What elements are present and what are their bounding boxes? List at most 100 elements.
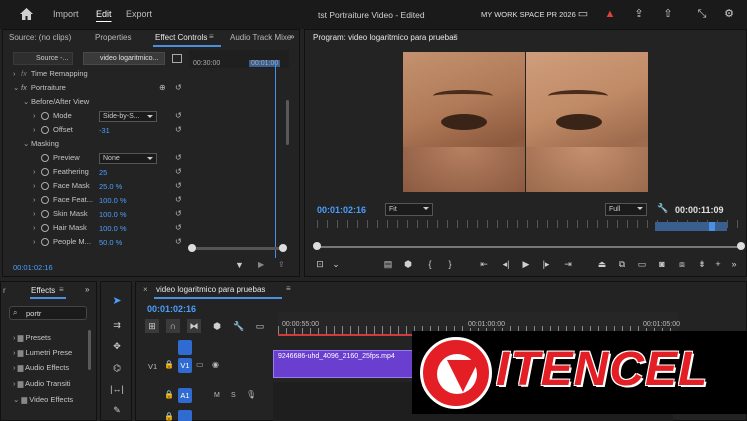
- track-v1-strip[interactable]: [178, 340, 192, 355]
- row-hair-mask[interactable]: › Hair Mask: [3, 221, 87, 235]
- face-feat-value[interactable]: 100.0 %: [99, 196, 127, 205]
- tab-effect-controls[interactable]: Effect Controls: [155, 33, 207, 42]
- scroll-handle-right[interactable]: [279, 244, 287, 252]
- razor-icon[interactable]: ⌬: [110, 361, 124, 375]
- row-masking[interactable]: ⌄ Masking: [3, 137, 59, 151]
- track-a2-target[interactable]: [178, 410, 192, 421]
- effects-folder-audio-transitions[interactable]: › ▆ Audio Transiti: [13, 379, 71, 388]
- export-frame-icon[interactable]: ⇟: [695, 257, 709, 271]
- mic-icon[interactable]: 🎙: [246, 390, 256, 399]
- play-audio-icon[interactable]: ▶: [258, 260, 264, 269]
- timeline-tab[interactable]: video logaritmico para pruebas: [156, 285, 265, 294]
- timeline-timecode[interactable]: 00:01:02:16: [147, 304, 196, 314]
- ec-timeline-ruler[interactable]: 00:30:00 00:01:00: [189, 50, 289, 68]
- reset-icon[interactable]: ↺: [175, 125, 185, 135]
- go-to-in-icon[interactable]: ⇤: [477, 257, 491, 271]
- mark-out-icon[interactable]: }: [443, 257, 457, 271]
- effects-folder-audio-effects[interactable]: › ▆ Audio Effects: [13, 363, 69, 372]
- vr-icon[interactable]: ▭: [635, 257, 649, 271]
- panel-menu-icon[interactable]: r: [3, 286, 6, 295]
- step-back-icon[interactable]: ◂|: [499, 257, 513, 271]
- row-offset[interactable]: › Offset: [3, 123, 73, 137]
- safe-margins-icon[interactable]: ⊡: [313, 257, 327, 271]
- program-work-area[interactable]: [655, 222, 727, 231]
- track-select-icon[interactable]: ⇉: [110, 318, 124, 332]
- lift-icon[interactable]: ⏏: [595, 257, 609, 271]
- program-title[interactable]: Program: video logaritmico para pruebas: [313, 33, 458, 42]
- stopwatch-icon[interactable]: [41, 126, 49, 135]
- sync-lock-icon[interactable]: ▭: [196, 360, 204, 369]
- filter-icon[interactable]: ▼: [235, 260, 244, 270]
- reset-icon[interactable]: ↺: [175, 237, 185, 247]
- reset-icon[interactable]: ↺: [175, 181, 185, 191]
- track-v1-source[interactable]: V1: [148, 362, 157, 371]
- ec-timecode[interactable]: 00:01:02:16: [13, 263, 53, 272]
- row-feathering[interactable]: › Feathering: [3, 165, 89, 179]
- program-menu-icon[interactable]: ≡: [453, 32, 458, 41]
- export-icon[interactable]: ⇪: [278, 260, 285, 269]
- ec-playhead[interactable]: [275, 60, 276, 258]
- reset-icon[interactable]: ↺: [175, 223, 185, 233]
- ripple-edit-icon[interactable]: ✥: [110, 339, 124, 353]
- stopwatch-icon[interactable]: [41, 168, 49, 177]
- reset-icon[interactable]: ↺: [175, 195, 185, 205]
- go-to-out-icon[interactable]: ⇥: [561, 257, 575, 271]
- row-skin-mask[interactable]: › Skin Mask: [3, 207, 88, 221]
- camera-icon[interactable]: ◙: [655, 257, 669, 271]
- more-icon[interactable]: »: [727, 257, 741, 271]
- extract-icon[interactable]: ⧉: [615, 257, 629, 271]
- reset-icon[interactable]: ↺: [175, 167, 185, 177]
- tab-source[interactable]: Source: (no clips): [9, 33, 71, 42]
- captions-icon[interactable]: ▭: [253, 319, 267, 333]
- scroll-handle-left[interactable]: [188, 244, 196, 252]
- feathering-value[interactable]: 25: [99, 168, 107, 177]
- eye-icon[interactable]: ◉: [212, 360, 219, 369]
- selection-tool-icon[interactable]: ➤: [110, 294, 124, 308]
- row-people-mask[interactable]: › People M...: [3, 235, 91, 249]
- row-mode[interactable]: › Mode: [3, 109, 72, 123]
- program-scroll-right[interactable]: [737, 242, 745, 250]
- stopwatch-icon[interactable]: [41, 210, 49, 219]
- row-preview[interactable]: Preview: [3, 151, 80, 165]
- row-face-feat[interactable]: › Face Feat...: [3, 193, 93, 207]
- tab-audio-track-mixer[interactable]: Audio Track Mixe: [230, 33, 291, 42]
- row-time-remapping[interactable]: › fx Time Remapping: [3, 67, 88, 81]
- fullscreen-icon[interactable]: ⤡: [695, 7, 709, 21]
- marker-icon[interactable]: ⬢: [401, 257, 415, 271]
- preview-dropdown[interactable]: None: [99, 153, 157, 164]
- effects-folder-presets[interactable]: › ▆ Presets: [13, 333, 51, 342]
- mark-in-icon[interactable]: {: [423, 257, 437, 271]
- face-mask-value[interactable]: 25.0 %: [99, 182, 122, 191]
- row-face-mask[interactable]: › Face Mask: [3, 179, 90, 193]
- skin-mask-value[interactable]: 100.0 %: [99, 210, 127, 219]
- chevron-down-icon[interactable]: ⌄: [329, 257, 343, 271]
- program-timecode[interactable]: 00:01:02:16: [317, 205, 366, 215]
- stopwatch-icon[interactable]: [41, 112, 49, 121]
- offset-value[interactable]: -31: [99, 126, 110, 135]
- add-marker-icon[interactable]: ⬢: [210, 319, 224, 333]
- quick-export-icon[interactable]: ⇧: [661, 7, 675, 21]
- linked-selection-icon[interactable]: ⧓: [187, 319, 201, 333]
- effects-search-input[interactable]: ⌕ portr: [9, 306, 87, 320]
- stopwatch-icon[interactable]: [41, 182, 49, 191]
- reset-icon[interactable]: ↺: [175, 153, 185, 163]
- source-chip[interactable]: Source -...: [13, 52, 73, 65]
- lock-icon[interactable]: 🔒: [164, 360, 174, 369]
- snap-icon[interactable]: ∩: [166, 319, 180, 333]
- menu-edit[interactable]: Edit: [96, 9, 112, 19]
- stopwatch-icon[interactable]: [41, 238, 49, 247]
- effects-menu-icon[interactable]: ≡: [59, 285, 64, 294]
- nest-icon[interactable]: ⊞: [145, 319, 159, 333]
- play-icon[interactable]: ▶: [519, 257, 533, 271]
- clip-chip[interactable]: video logaritmico...: [83, 52, 165, 65]
- step-forward-icon[interactable]: |▸: [539, 257, 553, 271]
- row-portraiture[interactable]: ⌄ fx Portraiture: [3, 81, 66, 95]
- lock-icon[interactable]: 🔒: [164, 412, 174, 421]
- mode-dropdown[interactable]: Side-by-S...: [99, 111, 157, 122]
- home-icon[interactable]: [20, 8, 33, 20]
- panel-toggle-icon[interactable]: [172, 54, 182, 63]
- slip-icon[interactable]: |↔|: [110, 382, 124, 396]
- tab-menu-icon[interactable]: ≡: [209, 32, 214, 41]
- row-before-after[interactable]: ⌄ Before/After View: [3, 95, 89, 109]
- close-icon[interactable]: ×: [143, 285, 148, 294]
